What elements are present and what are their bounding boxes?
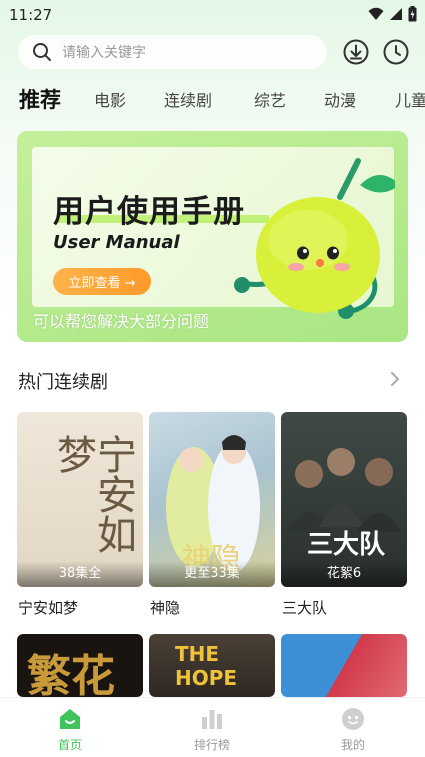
- episode-badge: 38集全: [17, 561, 143, 587]
- history-clock-icon[interactable]: [382, 38, 410, 66]
- nav-profile[interactable]: 我的: [303, 698, 403, 757]
- poster-title-text: 三大队: [307, 530, 386, 560]
- tab-movies[interactable]: 电影: [94, 87, 126, 111]
- poster: 繁花: [17, 634, 143, 697]
- user-manual-banner[interactable]: 用户使用手册 User Manual 立即查看 → 可以帮您解决大部分问题: [17, 131, 408, 342]
- tab-anime[interactable]: 动漫: [324, 87, 356, 111]
- drama-card[interactable]: 繁花: [17, 634, 143, 697]
- nav-ranking-label: 排行榜: [193, 738, 230, 752]
- wifi-icon: [368, 7, 384, 20]
- download-icon[interactable]: [342, 38, 370, 66]
- card-title: 宁安如梦: [18, 599, 79, 617]
- poster-title-text: THE HOPE: [175, 642, 238, 690]
- tab-variety[interactable]: 综艺: [254, 87, 286, 111]
- poster: 宁安如梦 38集全: [17, 412, 143, 587]
- drama-card[interactable]: 三大队 花絮6 三大队: [281, 412, 407, 622]
- search-placeholder: 请输入关键字: [62, 45, 146, 61]
- user-face-icon: [342, 708, 364, 730]
- nav-home[interactable]: 首页: [20, 698, 120, 757]
- drama-card[interactable]: 神隐 更至33集 神隐: [149, 412, 275, 622]
- battery-icon: [408, 6, 417, 22]
- nav-home-label: 首页: [57, 738, 82, 752]
- poster-title-text: 繁花: [27, 651, 115, 697]
- episode-badge: 更至33集: [149, 561, 275, 587]
- poster: [281, 634, 407, 697]
- chevron-right-icon[interactable]: [390, 371, 400, 387]
- home-icon: [60, 709, 80, 729]
- nav-ranking[interactable]: 排行榜: [162, 698, 262, 757]
- status-icons: [368, 6, 417, 22]
- banner-subtitle: User Manual: [53, 232, 180, 253]
- banner-title: 用户使用手册: [53, 194, 245, 230]
- lemon-mascot-icon: [234, 158, 395, 319]
- drama-card[interactable]: [281, 634, 407, 697]
- card-title: 三大队: [282, 599, 328, 617]
- card-title: 神隐: [150, 599, 181, 617]
- nav-profile-label: 我的: [340, 738, 365, 752]
- view-now-button[interactable]: 立即查看 →: [53, 268, 151, 295]
- search-bar[interactable]: 请输入关键字: [18, 35, 327, 69]
- banner-caption: 可以帮您解决大部分问题: [33, 312, 210, 331]
- poster: 三大队 花絮6: [281, 412, 407, 587]
- drama-card[interactable]: THE HOPE: [149, 634, 275, 697]
- tab-series[interactable]: 连续剧: [164, 87, 212, 111]
- poster: 神隐 更至33集: [149, 412, 275, 587]
- episode-badge: 花絮6: [281, 561, 407, 587]
- search-icon: [33, 43, 51, 61]
- section-title-hot-series: 热门连续剧: [18, 372, 108, 393]
- status-bar: 11:27: [0, 0, 425, 30]
- drama-card[interactable]: 宁安如梦 38集全 宁安如梦: [17, 412, 143, 622]
- bar-chart-icon: [202, 710, 222, 729]
- tab-recommend[interactable]: 推荐: [19, 84, 61, 114]
- tab-kids[interactable]: 儿童: [395, 87, 425, 111]
- category-tabs: 推荐 电影 连续剧 综艺 动漫 儿童: [0, 84, 425, 116]
- status-time: 11:27: [9, 6, 53, 24]
- bottom-navigation: 首页 排行榜 我的: [0, 697, 425, 757]
- poster: THE HOPE: [149, 634, 275, 697]
- signal-icon: [390, 8, 402, 20]
